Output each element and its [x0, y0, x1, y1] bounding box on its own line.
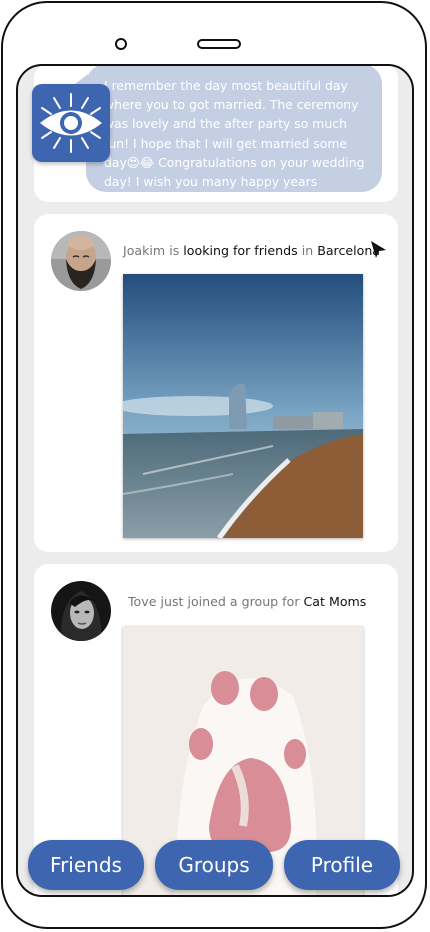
- post-user[interactable]: Tove: [128, 594, 156, 609]
- post-text-tove: Tove just joined a group for Cat Moms: [128, 594, 367, 609]
- post-user[interactable]: Joakim: [123, 243, 165, 258]
- eye-icon[interactable]: [32, 84, 110, 162]
- groups-label: Groups: [178, 853, 250, 877]
- message-bubble: I remember the day most beautiful day wh…: [86, 66, 382, 192]
- post-place[interactable]: Cat Moms: [304, 594, 367, 609]
- message-text: I remember the day most beautiful day wh…: [104, 78, 365, 190]
- groups-button[interactable]: Groups: [155, 840, 273, 890]
- post-card-joakim[interactable]: Joakim is looking for friends in Barcelo…: [34, 214, 398, 552]
- post-activity[interactable]: looking for friends: [183, 243, 297, 258]
- friends-button[interactable]: Friends: [28, 840, 144, 890]
- post-text-joakim: Joakim is looking for friends in Barcelo…: [123, 243, 381, 258]
- camera-icon: [115, 38, 127, 50]
- profile-button[interactable]: Profile: [284, 840, 400, 890]
- avatar-joakim[interactable]: [51, 231, 111, 291]
- friends-label: Friends: [50, 853, 122, 877]
- feed-screen[interactable]: I remember the day most beautiful day wh…: [16, 64, 414, 897]
- avatar-tove[interactable]: [51, 581, 111, 641]
- post-photo-beach[interactable]: [123, 274, 363, 538]
- speaker-slot: [197, 39, 241, 49]
- mouse-pointer-icon: [370, 240, 388, 260]
- profile-label: Profile: [310, 853, 374, 877]
